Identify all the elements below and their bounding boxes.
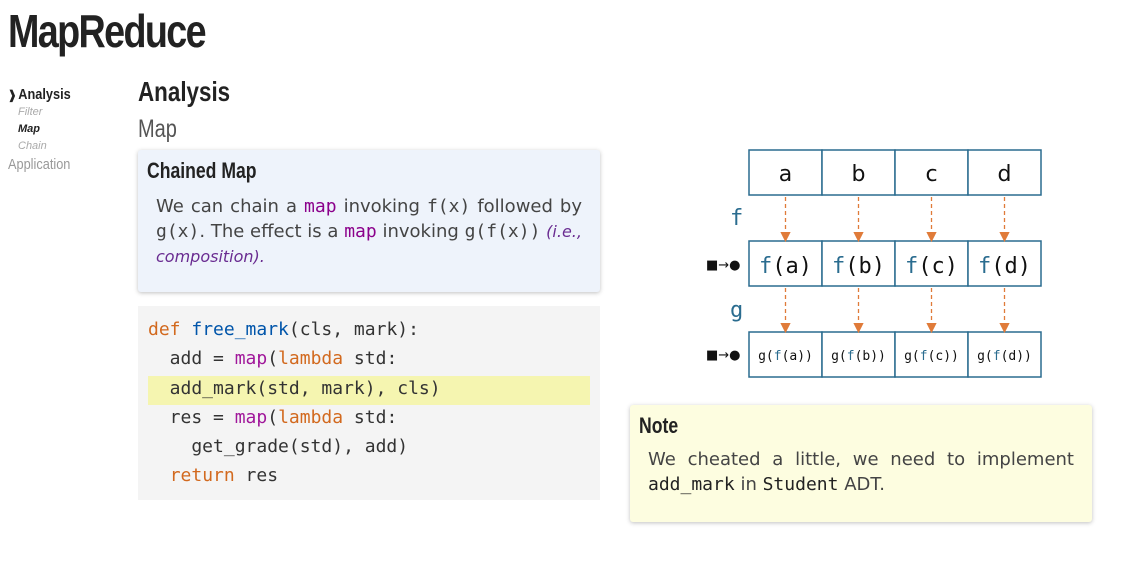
code-builtin: map	[234, 348, 268, 370]
inline-code: Student	[762, 474, 839, 495]
block-title: Note	[639, 413, 679, 438]
code-line: return res	[138, 463, 600, 492]
f-output-label: f(b)	[832, 254, 885, 279]
inline-code: g(f(x))	[464, 221, 541, 242]
nav-item-application[interactable]: Application	[8, 156, 102, 174]
code-line: def free_mark(cls, mark):	[138, 317, 600, 346]
body-text: . The effect is a	[199, 221, 339, 242]
code-function-name: free_mark	[191, 319, 289, 340]
code-line: get_grade(std), add)	[138, 434, 600, 463]
body-text: ADT.	[844, 474, 885, 495]
g-output-label: g(f(b))	[831, 349, 886, 364]
page-title: MapReduce	[8, 5, 207, 57]
body-text: in	[740, 474, 757, 495]
body-text: followed by	[477, 196, 583, 217]
inline-code: g(x)	[156, 221, 200, 242]
reference-pointer-icon: ■→●	[706, 258, 741, 273]
subsection-title: Map	[138, 115, 177, 143]
code-keyword: return	[169, 465, 235, 487]
code-text: res	[234, 465, 279, 487]
current-section-bullet-icon: ❱	[8, 88, 17, 102]
f-output-label: f(c)	[905, 254, 958, 279]
body-text: invoking	[343, 196, 420, 217]
inline-code: map	[304, 196, 337, 217]
inline-code: add_mark	[648, 474, 735, 495]
nav-subitem-chain[interactable]: Chain	[18, 138, 118, 155]
block-body: We can chain a map invoking f(x) followe…	[147, 194, 582, 269]
f-output-label: f(a)	[759, 254, 812, 279]
f-function-label: f	[730, 206, 743, 231]
g-output-label: g(f(c))	[904, 349, 959, 364]
code-text: (	[267, 348, 279, 370]
code-text: add_mark(std, mark), cls)	[148, 377, 441, 399]
body-text: invoking	[382, 221, 459, 242]
g-output-label: g(f(a))	[758, 349, 813, 364]
diagram-content: a b c d f(a) f(b) f(c) f(d) g(f(a)) g(f(b)) g(f(c)…	[706, 149, 1042, 378]
code-builtin: map	[234, 406, 268, 428]
code-text: add =	[148, 348, 235, 370]
code-text: std:	[343, 348, 398, 370]
code-text: (	[267, 406, 279, 428]
body-text: We cheated a little, we need to implemen…	[648, 449, 1074, 470]
code-keyword: lambda	[278, 406, 344, 428]
code-keyword: def	[148, 319, 181, 340]
input-cell-label: a	[779, 162, 792, 187]
input-cell-label: d	[998, 162, 1012, 187]
section-navigation: ❱ Analysis Filter Map Chain Application	[8, 86, 118, 174]
code-text: std:	[343, 406, 398, 428]
input-cell-label: b	[852, 162, 866, 187]
code-text: res =	[148, 406, 235, 428]
nav-item-analysis[interactable]: ❱ Analysis	[8, 86, 102, 104]
body-text: We can chain a	[156, 196, 297, 217]
g-function-label: g	[730, 298, 743, 323]
nav-subitem-map[interactable]: Map	[18, 121, 118, 138]
code-line-highlighted: add_mark(std, mark), cls)	[148, 375, 590, 405]
section-title: Analysis	[138, 76, 231, 107]
nav-subitem-filter[interactable]: Filter	[18, 104, 118, 121]
nav-item-label: Analysis	[18, 86, 71, 103]
inline-code: map	[344, 221, 377, 242]
code-text: (cls, mark):	[288, 319, 419, 340]
chained-map-block: Chained Map We can chain a map invoking …	[138, 150, 600, 292]
code-keyword: lambda	[278, 348, 344, 370]
block-title: Chained Map	[147, 158, 257, 183]
code-line: add = map(lambda std:	[138, 346, 600, 375]
reference-pointer-icon: ■→●	[706, 348, 741, 363]
note-block: Note We cheated a little, we need to imp…	[630, 405, 1092, 522]
code-line: res = map(lambda std:	[138, 405, 600, 434]
inline-code: f(x)	[426, 196, 471, 217]
block-body: We cheated a little, we need to implemen…	[639, 447, 1074, 497]
input-cell-label: c	[925, 162, 937, 187]
code-text: get_grade(std), add)	[148, 436, 409, 458]
code-block: def free_mark(cls, mark): add = map(lamb…	[138, 306, 600, 500]
f-output-label: f(d)	[978, 254, 1031, 279]
body-text: .	[259, 247, 265, 266]
g-output-label: g(f(d))	[977, 349, 1032, 364]
chained-map-diagram: a b c d f(a) f(b) f(c) f(d) g(f(a)) g(f(b)) g(f(c)…	[706, 149, 1042, 378]
